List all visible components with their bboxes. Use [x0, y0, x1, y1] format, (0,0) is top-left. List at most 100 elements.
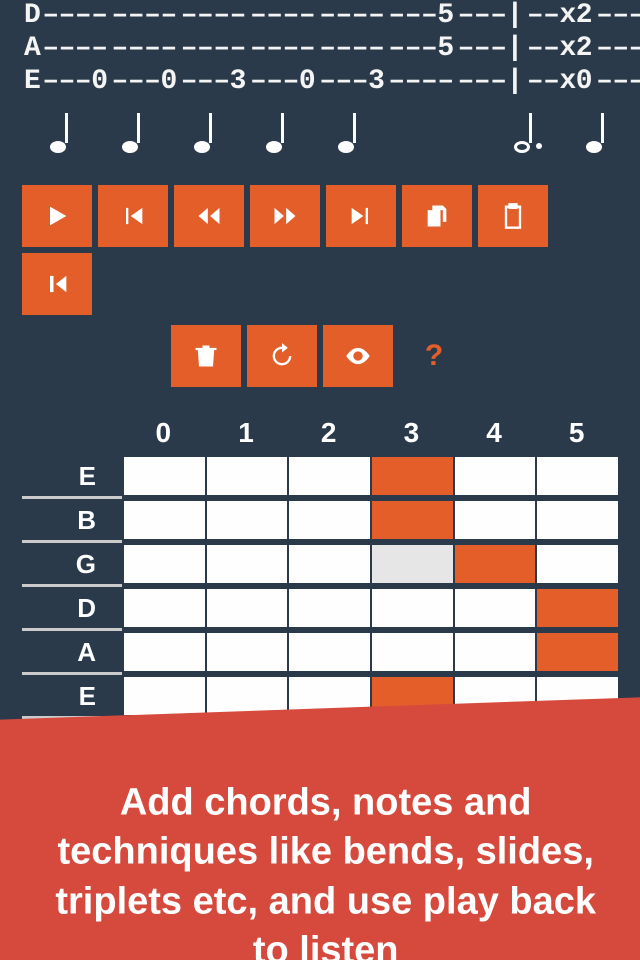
fret-cell[interactable] — [535, 501, 618, 539]
tab-line: E–––0–––0–––3–––0–––3–––––––|––x0––– — [24, 66, 616, 97]
fret-cell[interactable] — [205, 501, 288, 539]
fret-cell[interactable] — [122, 677, 205, 715]
fret-cell[interactable] — [370, 457, 453, 495]
tab-cell: –––5 — [388, 33, 453, 64]
fret-cell[interactable] — [453, 545, 536, 583]
note-icon — [50, 109, 74, 153]
fret-cell[interactable] — [287, 457, 370, 495]
bar-start-icon — [43, 270, 71, 298]
string-label: D — [24, 0, 40, 31]
fret-cell[interactable] — [453, 589, 536, 627]
fret-number: 3 — [370, 411, 453, 455]
string-label: D — [22, 589, 122, 631]
paste-button[interactable] — [478, 185, 548, 247]
tab-cell: –––– — [319, 33, 384, 64]
last-button[interactable] — [326, 185, 396, 247]
string-label: A — [24, 33, 40, 64]
tab-cell: –––– — [181, 33, 246, 64]
string-label: E — [22, 677, 122, 719]
fret-cell[interactable] — [453, 633, 536, 671]
refresh-button[interactable] — [247, 325, 317, 387]
tab-cell: –––– — [112, 33, 177, 64]
eye-icon — [344, 342, 372, 370]
fret-number: 4 — [453, 411, 536, 455]
promo-overlay: Add chords, notes and techniques like be… — [0, 697, 640, 960]
promo-text: Add chords, notes and techniques like be… — [36, 778, 616, 960]
prev-button[interactable] — [174, 185, 244, 247]
first-button[interactable] — [98, 185, 168, 247]
skip-fwd-icon — [347, 202, 375, 230]
fret-cell[interactable] — [122, 589, 205, 627]
skip-back-icon — [119, 202, 147, 230]
fret-number: 2 — [287, 411, 370, 455]
fret-cell[interactable] — [535, 457, 618, 495]
tab-cell: –––3 — [181, 66, 246, 97]
tab-line: A–––––––––––––––––––––––5–––|––x2––– — [24, 33, 616, 64]
fret-cell[interactable] — [287, 501, 370, 539]
fret-cell[interactable] — [205, 633, 288, 671]
step-fwd-icon — [271, 202, 299, 230]
tab-cell: ––– — [596, 0, 640, 31]
restart-button[interactable] — [22, 253, 92, 315]
note-icon — [122, 109, 146, 153]
fret-row: E — [22, 455, 618, 499]
fret-cell[interactable] — [122, 545, 205, 583]
fret-cell[interactable] — [287, 589, 370, 627]
delete-button[interactable] — [171, 325, 241, 387]
tab-cell: ––– — [596, 66, 640, 97]
trash-icon — [192, 342, 220, 370]
fret-cell[interactable] — [205, 545, 288, 583]
fret-cell[interactable] — [287, 545, 370, 583]
fret-cell[interactable] — [453, 501, 536, 539]
fret-cell[interactable] — [122, 501, 205, 539]
tab-cell: ––x2 — [527, 0, 592, 31]
help-button[interactable]: ? — [399, 325, 469, 387]
play-button[interactable] — [22, 185, 92, 247]
tab-cell: –––– — [250, 0, 315, 31]
next-button[interactable] — [250, 185, 320, 247]
fret-cell[interactable] — [205, 589, 288, 627]
tab-notation: D–––––––––––––––––––––––5–––|––x2–––A–––… — [0, 0, 640, 97]
tab-cell: ––x2 — [527, 33, 592, 64]
fret-cell[interactable] — [453, 457, 536, 495]
note-icon — [338, 109, 362, 153]
fret-number: 1 — [205, 411, 288, 455]
fret-cell[interactable] — [205, 457, 288, 495]
tab-line: D–––––––––––––––––––––––5–––|––x2––– — [24, 0, 616, 31]
fret-cell[interactable] — [370, 501, 453, 539]
fret-row: B — [22, 499, 618, 543]
string-label: E — [24, 66, 40, 97]
note-icon — [266, 109, 290, 153]
fret-cell[interactable] — [370, 545, 453, 583]
tab-cell: –––– — [42, 0, 107, 31]
fret-cell[interactable] — [370, 633, 453, 671]
fret-row: A — [22, 631, 618, 675]
fret-row: D — [22, 587, 618, 631]
fret-cell[interactable] — [535, 545, 618, 583]
copy-button[interactable] — [402, 185, 472, 247]
play-icon — [43, 202, 71, 230]
note-icon — [514, 109, 538, 153]
fret-cell[interactable] — [535, 633, 618, 671]
fret-cell[interactable] — [122, 457, 205, 495]
tab-cell: –––– — [181, 0, 246, 31]
step-back-icon — [195, 202, 223, 230]
fret-cell[interactable] — [287, 633, 370, 671]
fret-cell[interactable] — [122, 633, 205, 671]
note-icon — [586, 109, 610, 153]
note-icon — [194, 109, 218, 153]
tab-cell: –––| — [458, 33, 523, 64]
refresh-icon — [268, 342, 296, 370]
tab-cell: –––3 — [319, 66, 384, 97]
tab-cell: –––– — [112, 0, 177, 31]
tab-cell: ––x0 — [527, 66, 592, 97]
fret-cell[interactable] — [370, 589, 453, 627]
tab-cell: –––| — [458, 66, 523, 97]
transport-toolbar: ? — [0, 185, 640, 387]
tab-cell: –––5 — [388, 0, 453, 31]
tab-cell: –––0 — [112, 66, 177, 97]
fret-cell[interactable] — [535, 589, 618, 627]
question-icon: ? — [425, 339, 443, 373]
preview-button[interactable] — [323, 325, 393, 387]
copy-icon — [423, 202, 451, 230]
